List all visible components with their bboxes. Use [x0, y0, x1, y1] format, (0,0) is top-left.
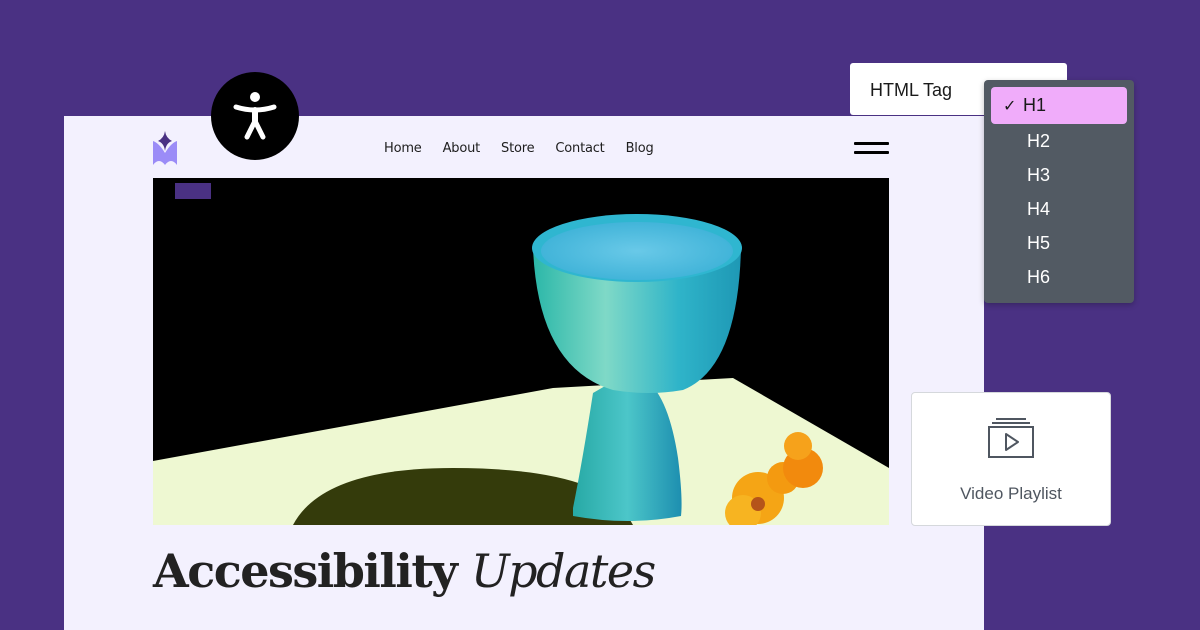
nav-store[interactable]: Store — [501, 141, 535, 156]
option-h5[interactable]: H5 — [991, 226, 1127, 260]
video-playlist-widget[interactable]: Video Playlist — [911, 392, 1111, 526]
main-nav: Home About Store Contact Blog — [384, 141, 675, 156]
option-label: H1 — [1023, 95, 1047, 115]
hero-image — [153, 178, 889, 525]
video-playlist-icon — [988, 418, 1034, 458]
nav-about[interactable]: About — [443, 141, 481, 156]
hamburger-line — [854, 142, 889, 145]
headline-bold: Accessibility — [153, 544, 458, 598]
option-h6[interactable]: H6 — [991, 260, 1127, 294]
headline-italic: Updates — [470, 544, 656, 598]
hero-goblet-inside — [541, 222, 733, 280]
option-h1[interactable]: ✓ H1 — [991, 87, 1127, 124]
html-tag-dropdown[interactable]: ✓ H1 H2 H3 H4 H5 H6 — [984, 80, 1134, 303]
hamburger-menu-icon[interactable] — [854, 142, 889, 156]
accessibility-badge[interactable] — [211, 72, 299, 160]
check-icon: ✓ — [1003, 98, 1017, 115]
option-h2[interactable]: H2 — [991, 124, 1127, 158]
option-h4[interactable]: H4 — [991, 192, 1127, 226]
hamburger-line — [854, 151, 889, 154]
widget-label: Video Playlist — [960, 484, 1062, 503]
nav-blog[interactable]: Blog — [626, 141, 654, 156]
nav-contact[interactable]: Contact — [555, 141, 604, 156]
html-tag-label: HTML Tag — [870, 80, 953, 100]
page-headline: Accessibility Updates — [153, 544, 656, 598]
accessibility-person-icon — [233, 92, 277, 140]
nav-home[interactable]: Home — [384, 141, 422, 156]
sparkle-logo-icon[interactable] — [153, 131, 177, 165]
option-h3[interactable]: H3 — [991, 158, 1127, 192]
skip-link-tag[interactable] — [175, 183, 211, 199]
